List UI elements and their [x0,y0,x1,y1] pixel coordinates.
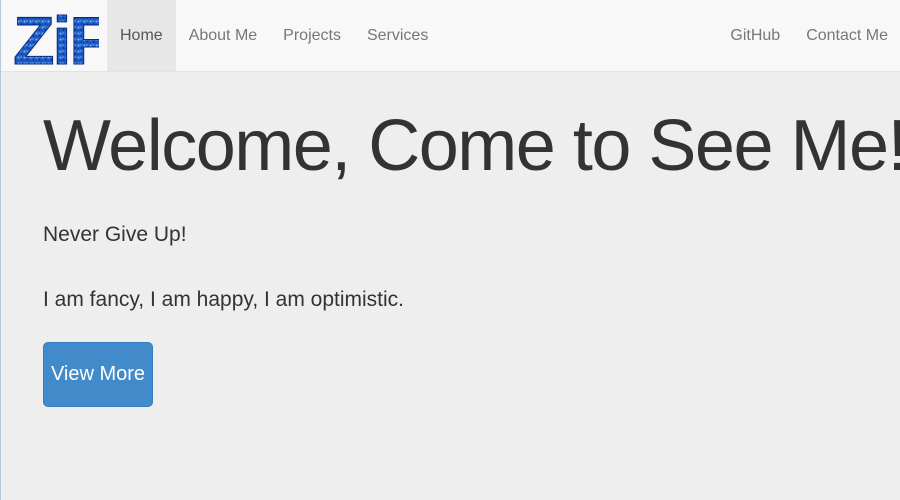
svg-text:ZiF: ZiF [13,3,99,70]
hero-tagline: Never Give Up! [43,223,187,246]
brand-logo[interactable]: ZiF [11,2,100,71]
nav-item-services[interactable]: Services [354,0,441,71]
primary-nav: Home About Me Projects Services [107,0,441,71]
view-more-button[interactable]: View More [43,342,153,407]
zif-logo-graphic: ZiF [13,3,100,71]
nav-item-github[interactable]: GitHub [717,0,793,71]
nav-item-about-me[interactable]: About Me [176,0,270,71]
hero-lead-text: I am fancy, I am happy, I am optimistic. [43,288,405,311]
nav-item-home[interactable]: Home [107,0,176,71]
hero-section: Welcome, Come to See Me! Never Give Up! … [1,72,900,500]
top-navbar: ZiF Home About Me Projects Services GitH… [1,0,900,72]
nav-item-contact-me[interactable]: Contact Me [793,0,900,71]
hero-title: Welcome, Come to See Me! [43,106,900,186]
nav-item-projects[interactable]: Projects [270,0,354,71]
secondary-nav: GitHub Contact Me [717,0,900,71]
